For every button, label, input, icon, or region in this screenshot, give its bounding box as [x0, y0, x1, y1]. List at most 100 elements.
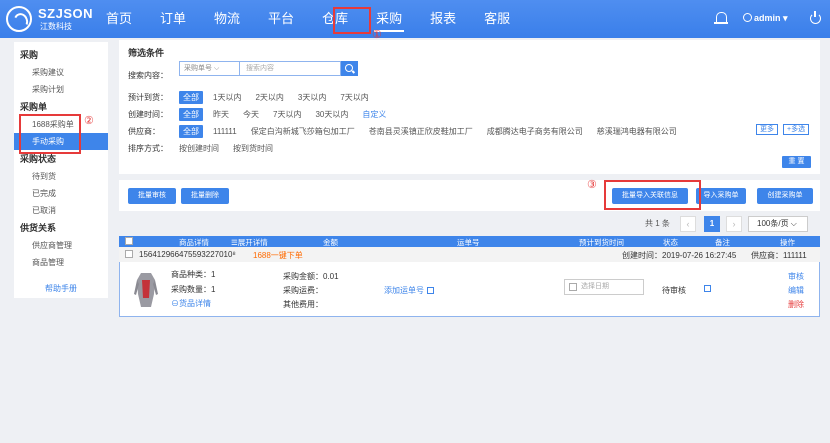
purchase-freight: 采购运费：: [283, 286, 323, 295]
calendar-icon: [569, 283, 577, 291]
sidebar-item-purchase-suggest[interactable]: 采购建议: [14, 64, 108, 81]
edit-icon: [427, 287, 434, 294]
product-thumbnail[interactable]: [132, 270, 160, 310]
search-icon[interactable]: [341, 61, 358, 76]
more-suppliers-button[interactable]: 更多: [756, 124, 778, 135]
arrival-date-picker[interactable]: 选择日期: [564, 279, 644, 295]
sidebar-item-cancelled[interactable]: 已取消: [14, 202, 108, 219]
table-header: 商品详情 ☰展开详情 金额 运单号 预计到货时间 状态 备注 操作: [119, 236, 820, 247]
created-label: 创建时间：: [128, 110, 168, 119]
sort-label: 排序方式：: [128, 144, 168, 153]
arrival-label: 预计到货：: [128, 93, 168, 102]
sidebar-group-purchase: 采购: [20, 50, 39, 60]
add-waybill-link[interactable]: 添加运单号: [384, 285, 434, 296]
arrival-option-7d[interactable]: 7天以内: [340, 92, 368, 103]
nav-orders[interactable]: 订单: [146, 0, 200, 38]
order-supplier: 供应商：111111: [751, 251, 807, 260]
created-option-custom[interactable]: 自定义: [362, 109, 386, 120]
nav-home[interactable]: 首页: [92, 0, 146, 38]
supplier-option[interactable]: 慈溪瑞鸿电器有限公司: [597, 126, 677, 137]
action-bar: 批量审核 批量删除 批量导入关联信息 导入采购单 创建采购单: [119, 180, 820, 211]
supplier-option[interactable]: 成都腾达电子商务有限公司: [487, 126, 583, 137]
created-option-yesterday[interactable]: 昨天: [213, 109, 229, 120]
remark-edit[interactable]: [701, 284, 711, 293]
add-waybill-label: 添加运单号: [384, 286, 424, 295]
table-row: 商品种类：1 采购数量：1 ⊖货品详情 采购金额：0.01 采购运费： 其他费用…: [119, 262, 820, 317]
batch-review-button[interactable]: 批量审核: [128, 188, 176, 204]
sidebar-item-products[interactable]: 商品管理: [14, 254, 108, 271]
arrival-option-2d[interactable]: 2天以内: [255, 92, 283, 103]
search-input[interactable]: 搜索内容: [239, 61, 341, 76]
brand-title: SZJSON: [38, 6, 94, 21]
supplier-option[interactable]: 苍南县灵溪镇正欣皮鞋加工厂: [369, 126, 473, 137]
pager-current-page[interactable]: 1: [704, 216, 720, 232]
product-quantity: 采购数量：1: [171, 285, 216, 294]
nav-logistics[interactable]: 物流: [200, 0, 254, 38]
bell-icon[interactable]: [714, 12, 728, 25]
status-badge: 待审核: [662, 286, 686, 295]
nav-highlight-box: [333, 7, 371, 34]
sort-by-created[interactable]: 按创建时间: [179, 143, 219, 154]
delete-link[interactable]: 删除: [788, 299, 804, 310]
user-menu[interactable]: admin ▾: [743, 13, 788, 24]
created-option-30d[interactable]: 30天以内: [315, 109, 348, 120]
nav-service[interactable]: 客服: [470, 0, 524, 38]
create-order-button[interactable]: 创建采购单: [757, 188, 813, 204]
arrival-option-3d[interactable]: 3天以内: [298, 92, 326, 103]
sort-options: 按创建时间 按到货时间: [179, 143, 287, 154]
brand-logo[interactable]: SZJSON 江数科技: [6, 5, 102, 33]
search-label: 搜索内容：: [128, 71, 168, 80]
multi-select-button[interactable]: +多选: [783, 124, 810, 135]
logo-icon: [6, 6, 32, 32]
product-kinds: 商品种类：1: [171, 270, 216, 279]
order-source-badge: 1688一键下单: [253, 251, 303, 260]
order-header-row: 156412966475593227010⁸ 1688一键下单 创建时间：201…: [119, 247, 820, 262]
nav-platform[interactable]: 平台: [254, 0, 308, 38]
search-field-select[interactable]: 采购单号 ⌵: [179, 61, 239, 76]
sidebar-item-pending[interactable]: 待到货: [14, 168, 108, 185]
review-link[interactable]: 审核: [788, 271, 804, 282]
annotation-marker-3: ③: [587, 179, 597, 191]
purchase-amount: 采购金额：0.01: [283, 272, 339, 281]
main-nav: 首页 订单 物流 平台 仓库 采购 报表 客服: [92, 0, 524, 38]
sidebar-item-completed[interactable]: 已完成: [14, 185, 108, 202]
created-option-7d[interactable]: 7天以内: [273, 109, 301, 120]
sort-by-arrival[interactable]: 按到货时间: [233, 143, 273, 154]
pager-prev-button[interactable]: ‹: [680, 216, 696, 232]
top-nav-bar: SZJSON 江数科技 首页 订单 物流 平台 仓库 采购 报表 客服 admi…: [0, 0, 830, 38]
arrival-option-all[interactable]: 全部: [179, 91, 203, 104]
filter-panel: 筛选条件 搜索内容： 采购单号 ⌵ 搜索内容 预计到货： 全部 1天以内 2天以…: [119, 40, 820, 174]
order-created-time: 创建时间：2019-07-26 16:27:45: [622, 251, 737, 260]
supplier-options: 全部 111111 保定白沟新城飞莎箱包加工厂 苍南县灵溪镇正欣皮鞋加工厂 成都…: [179, 125, 691, 138]
user-name: admin ▾: [754, 13, 788, 23]
batch-delete-button[interactable]: 批量删除: [181, 188, 229, 204]
product-detail-link[interactable]: ⊖货品详情: [171, 298, 211, 309]
other-fees: 其他费用：: [283, 300, 323, 309]
supplier-option-all[interactable]: 全部: [179, 125, 203, 138]
annotation-marker-2: ②: [84, 115, 94, 127]
arrival-options: 全部 1天以内 2天以内 3天以内 7天以内: [179, 91, 383, 104]
sidebar-group-supply: 供货关系: [20, 223, 57, 233]
date-placeholder: 选择日期: [581, 283, 609, 290]
select-all-checkbox[interactable]: [125, 237, 133, 245]
help-manual-link[interactable]: 帮助手册: [14, 283, 108, 294]
reset-button[interactable]: 重 置: [782, 156, 811, 168]
page-size-select[interactable]: 100条/页 ⌵: [748, 216, 808, 232]
created-option-today[interactable]: 今天: [243, 109, 259, 120]
supplier-option[interactable]: 111111: [213, 127, 237, 136]
sidebar-item-purchase-plan[interactable]: 采购计划: [14, 81, 108, 98]
arrival-option-1d[interactable]: 1天以内: [213, 92, 241, 103]
pager-next-button[interactable]: ›: [726, 216, 742, 232]
order-id: 156412966475593227010⁸: [139, 250, 236, 259]
import-highlight-box: [604, 180, 701, 210]
edit-link[interactable]: 编辑: [788, 285, 804, 296]
order-checkbox[interactable]: [125, 250, 133, 258]
power-icon[interactable]: [810, 11, 821, 24]
supplier-option[interactable]: 保定白沟新城飞莎箱包加工厂: [251, 126, 355, 137]
sidebar: 采购 采购建议 采购计划 采购单 1688采购单 手动采购 采购状态 待到货 已…: [14, 42, 108, 298]
nav-reports[interactable]: 报表: [416, 0, 470, 38]
supplier-label: 供应商：: [128, 127, 160, 136]
import-order-button[interactable]: 导入采购单: [696, 188, 746, 204]
sidebar-item-suppliers[interactable]: 供应商管理: [14, 237, 108, 254]
created-option-all[interactable]: 全部: [179, 108, 203, 121]
